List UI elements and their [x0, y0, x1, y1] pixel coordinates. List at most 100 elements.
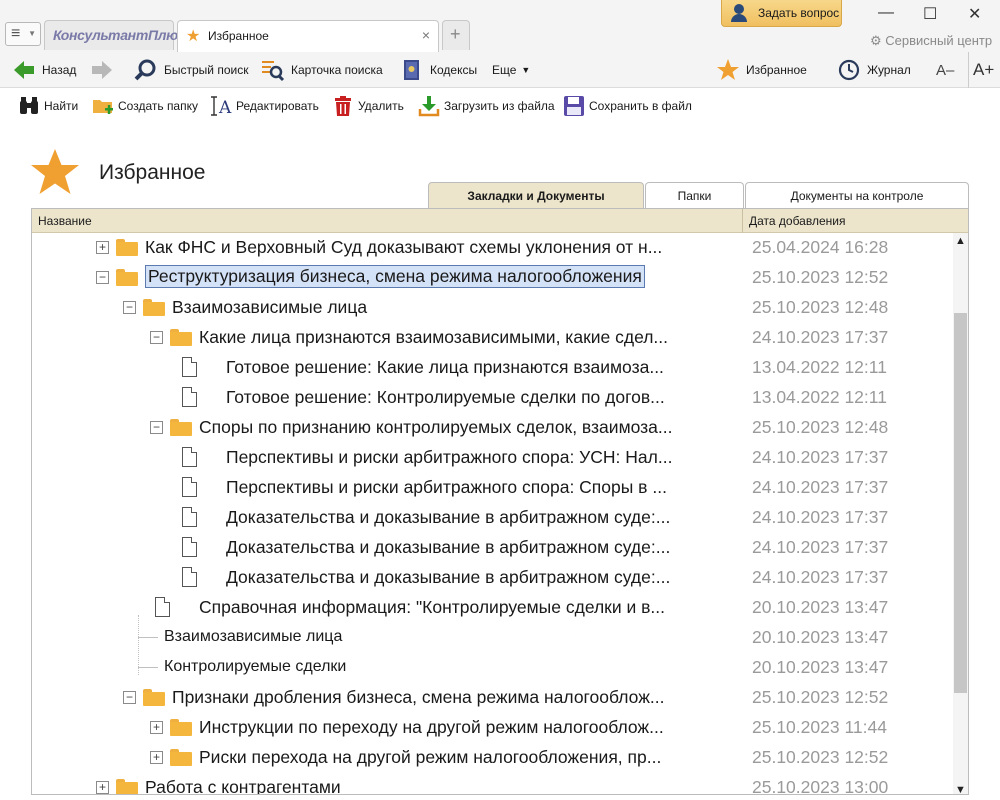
tree-connector [138, 667, 158, 668]
document-row[interactable]: Доказательства и доказывание в арбитражн… [32, 533, 952, 563]
more-menu-button[interactable]: Еще ▼ [492, 52, 530, 88]
folder-row[interactable]: − Взаимозависимые лица 25.10.2023 12:48 [32, 293, 952, 323]
codexes-button[interactable]: Кодексы [400, 52, 477, 88]
close-tab-icon[interactable]: × [422, 27, 430, 43]
item-title[interactable]: Перспективы и риски арбитражного спора: … [226, 447, 672, 468]
item-title[interactable]: Взаимозависимые лица [172, 297, 367, 318]
ask-question-label: Задать вопрос [758, 6, 840, 20]
forward-button[interactable] [90, 52, 120, 88]
folder-row[interactable]: − Признаки дробления бизнеса, смена режим… [32, 683, 952, 713]
save-to-file-button[interactable]: Сохранить в файл [563, 93, 692, 119]
scroll-up-icon[interactable]: ▲ [955, 235, 966, 247]
item-title[interactable]: Перспективы и риски арбитражного спора: … [226, 477, 667, 498]
expand-icon[interactable]: + [150, 751, 163, 764]
edit-label: Редактировать [236, 99, 319, 113]
column-name-header[interactable]: Название [38, 214, 92, 228]
favorites-button[interactable]: Избранное [716, 52, 807, 88]
document-row[interactable]: Справочная информация: "Контролируемые с… [32, 593, 952, 623]
plus-icon: + [450, 24, 461, 44]
item-title[interactable]: Контролируемые сделки [164, 658, 346, 676]
tab-documents-on-control[interactable]: Документы на контроле [745, 182, 969, 209]
folder-row[interactable]: − Какие лица признаются взаимозависимыми,… [32, 323, 952, 353]
document-row[interactable]: Готовое решение: Какие лица признаются в… [32, 353, 952, 383]
folder-row[interactable]: + Риски перехода на другой режим налогооб… [32, 743, 952, 773]
find-label: Найти [44, 99, 79, 113]
bookmark-row[interactable]: Взаимозависимые лица 20.10.2023 13:47 [32, 623, 952, 653]
load-from-file-button[interactable]: Загрузить из файла [418, 93, 555, 119]
service-center-link[interactable]: ⚙ Сервисный центр [870, 33, 992, 49]
collapse-icon[interactable]: − [123, 691, 136, 704]
folder-row[interactable]: − Споры по признанию контролируемых сдело… [32, 413, 952, 443]
document-icon [182, 387, 197, 407]
collapse-icon[interactable]: − [150, 331, 163, 344]
tab-bookmarks-documents[interactable]: Закладки и Документы [428, 182, 644, 210]
document-row[interactable]: Перспективы и риски арбитражного спора: … [32, 443, 952, 473]
edit-button[interactable]: A Редактировать [210, 93, 319, 119]
item-title[interactable]: Взаимозависимые лица [164, 628, 342, 646]
collapse-icon[interactable]: − [123, 301, 136, 314]
document-row[interactable]: Доказательства и доказывание в арбитражн… [32, 563, 952, 593]
find-button[interactable]: Найти [18, 93, 78, 119]
document-row[interactable]: Готовое решение: Контролируемые сделки п… [32, 383, 952, 413]
column-header: Название Дата добавления [32, 209, 968, 233]
folder-row[interactable]: + Инструкции по переходу на другой режим … [32, 713, 952, 743]
item-title[interactable]: Реструктуризация бизнеса, смена режима н… [145, 265, 645, 288]
item-title[interactable]: Какие лица признаются взаимозависимыми, … [199, 327, 668, 348]
scroll-thumb[interactable] [954, 313, 967, 693]
bookmark-row[interactable]: Контролируемые сделки 20.10.2023 13:47 [32, 653, 952, 683]
expand-icon[interactable]: + [96, 241, 109, 254]
document-row[interactable]: Доказательства и доказывание в арбитражн… [32, 503, 952, 533]
tab-favorites[interactable]: ★ Избранное × [177, 20, 439, 52]
item-title[interactable]: Справочная информация: "Контролируемые с… [199, 597, 665, 618]
create-folder-button[interactable]: Создать папку [92, 93, 198, 119]
vertical-scrollbar[interactable]: ▲ ▼ [953, 233, 968, 794]
folder-row[interactable]: + Работа с контрагентами 25.10.2023 13:00 [32, 773, 952, 794]
font-larger-button[interactable]: A+ [968, 52, 994, 88]
close-window-button[interactable]: ✕ [968, 4, 981, 24]
codexes-label: Кодексы [430, 63, 478, 77]
svg-text:A: A [218, 98, 232, 117]
quick-search-button[interactable]: Быстрый поиск [134, 52, 248, 88]
search-card-button[interactable]: Карточка поиска [261, 52, 383, 88]
new-tab-button[interactable]: + [442, 20, 470, 50]
folder-icon [170, 719, 192, 736]
expand-icon[interactable]: + [96, 781, 109, 794]
item-title[interactable]: Доказательства и доказывание в арбитражн… [226, 507, 670, 528]
item-title[interactable]: Инструкции по переходу на другой режим н… [199, 717, 664, 738]
main-menu-button[interactable]: ≡ ▼ [5, 22, 41, 46]
maximize-button[interactable]: ☐ [923, 4, 937, 24]
delete-button[interactable]: Удалить [332, 93, 404, 119]
item-title[interactable]: Споры по признанию контролируемых сделок… [199, 417, 672, 438]
journal-button[interactable]: Журнал [837, 52, 911, 88]
collapse-icon[interactable]: − [150, 421, 163, 434]
date-added: 24.10.2023 17:37 [752, 327, 889, 347]
item-title[interactable]: Готовое решение: Какие лица признаются в… [226, 357, 664, 378]
item-title[interactable]: Как ФНС и Верховный Суд доказывают схемы… [145, 237, 662, 258]
folder-row[interactable]: − Реструктуризация бизнеса, смена режима … [32, 263, 952, 293]
folder-row[interactable]: + Как ФНС и Верховный Суд доказывают схем… [32, 233, 952, 263]
scroll-down-icon[interactable]: ▼ [955, 784, 966, 794]
item-title[interactable]: Готовое решение: Контролируемые сделки п… [226, 387, 665, 408]
item-title[interactable]: Работа с контрагентами [145, 777, 341, 794]
ask-question-button[interactable]: Задать вопрос [721, 0, 842, 27]
date-added: 13.04.2022 12:11 [752, 357, 887, 377]
column-date-header[interactable]: Дата добавления [742, 209, 845, 233]
back-button[interactable]: Назад [12, 52, 76, 88]
item-title[interactable]: Доказательства и доказывание в арбитражн… [226, 537, 670, 558]
tab-label: Избранное [208, 29, 269, 43]
item-title[interactable]: Доказательства и доказывание в арбитражн… [226, 567, 670, 588]
minimize-button[interactable]: — [878, 4, 894, 22]
tab-folders[interactable]: Папки [645, 182, 744, 209]
date-added: 25.10.2023 12:52 [752, 687, 889, 707]
font-smaller-button[interactable]: A– [936, 52, 954, 88]
tab-consultant-home[interactable]: КонсультантПлюс [44, 20, 186, 50]
item-title[interactable]: Признаки дробления бизнеса, смена режима… [172, 687, 665, 708]
expand-icon[interactable]: + [150, 721, 163, 734]
item-title[interactable]: Риски перехода на другой режим налогообл… [199, 747, 661, 768]
collapse-icon[interactable]: − [96, 271, 109, 284]
title-bar: ≡ ▼ КонсультантПлюс ★ Избранное × + Задат… [0, 0, 1000, 52]
folder-icon [170, 419, 192, 436]
search-icon [134, 58, 158, 82]
document-row[interactable]: Перспективы и риски арбитражного спора: … [32, 473, 952, 503]
date-added: 25.10.2023 12:48 [752, 297, 889, 317]
